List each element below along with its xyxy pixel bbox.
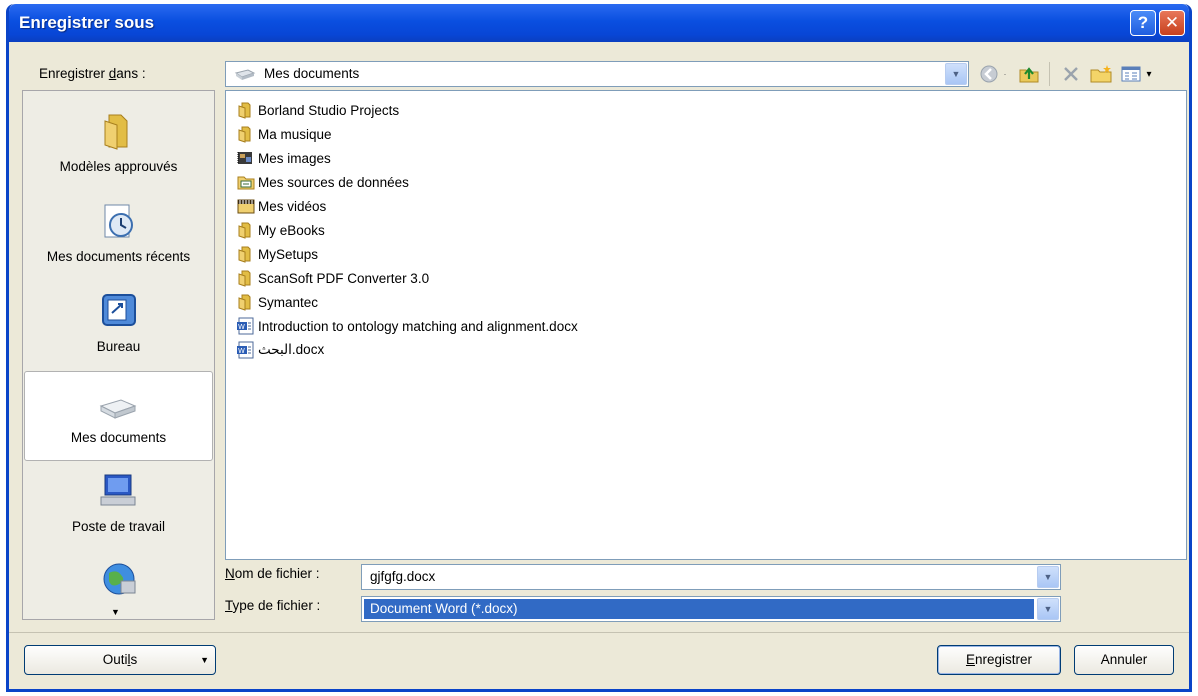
- folder-icon: [238, 222, 251, 239]
- place-label: Bureau: [96, 339, 141, 354]
- help-button[interactable]: ?: [1130, 10, 1156, 36]
- file-list[interactable]: Borland Studio Projects Ma musique Mes i…: [225, 90, 1187, 560]
- my-documents-small-icon: [234, 69, 256, 80]
- caret-down-icon: ▼: [200, 655, 209, 665]
- list-item[interactable]: My eBooks: [236, 219, 325, 241]
- chevron-down-icon[interactable]: ▼: [1037, 598, 1059, 620]
- list-item[interactable]: Borland Studio Projects: [236, 99, 399, 121]
- new-folder-icon[interactable]: [1089, 62, 1113, 86]
- list-item[interactable]: ScanSoft PDF Converter 3.0: [236, 267, 429, 289]
- place-modeles-approuves[interactable]: Modèles approuvés: [23, 101, 214, 191]
- delete-icon[interactable]: [1059, 62, 1083, 86]
- list-item[interactable]: Mes sources de données: [236, 171, 409, 193]
- scroll-down-icon[interactable]: ▼: [111, 607, 120, 617]
- desktop-icon: [101, 294, 136, 326]
- place-bureau[interactable]: Bureau: [23, 281, 214, 371]
- save-in-value: Mes documents: [264, 66, 360, 81]
- place-poste-de-travail[interactable]: Poste de travail: [23, 461, 214, 551]
- network-places-icon: [103, 563, 135, 595]
- dialog-title: Enregistrer sous: [19, 13, 155, 32]
- folder-icon: [238, 102, 251, 119]
- music-folder-icon: [238, 126, 251, 143]
- data-sources-folder-icon: [237, 176, 255, 190]
- places-bar: Modèles approuvés Mes documents récents …: [22, 90, 215, 620]
- list-item[interactable]: MySetups: [236, 243, 318, 265]
- list-item[interactable]: W البحث.docx: [236, 339, 324, 361]
- bottom-divider: [9, 632, 1189, 633]
- word-document-icon: W: [237, 341, 254, 359]
- close-button[interactable]: ✕: [1159, 10, 1185, 36]
- folder-icon: [238, 270, 251, 287]
- save-in-label: Enregistrer dans :: [39, 66, 146, 81]
- pictures-folder-icon: [237, 152, 252, 164]
- place-label: Mes documents: [70, 430, 167, 445]
- svg-text:W: W: [238, 347, 245, 355]
- back-icon[interactable]: [977, 62, 1001, 86]
- back-dropdown-icon[interactable]: ·: [999, 62, 1011, 86]
- place-network[interactable]: [23, 551, 214, 611]
- filename-input[interactable]: gjfgfg.docx ▼: [361, 564, 1061, 590]
- filename-value: gjfgfg.docx: [370, 569, 436, 584]
- place-mes-documents[interactable]: Mes documents: [24, 371, 213, 461]
- toolbar-divider: [1049, 62, 1050, 86]
- views-icon[interactable]: [1119, 62, 1143, 86]
- views-dropdown-icon[interactable]: ▾: [1143, 62, 1155, 86]
- place-label: Poste de travail: [71, 519, 166, 534]
- up-folder-icon[interactable]: [1017, 62, 1041, 86]
- my-computer-icon: [100, 474, 135, 506]
- place-mes-documents-recents[interactable]: Mes documents récents: [23, 191, 214, 281]
- save-button[interactable]: Enregistrer: [937, 645, 1061, 675]
- my-documents-icon: [99, 399, 136, 419]
- title-bar[interactable]: Enregistrer sous ? ✕: [9, 4, 1189, 42]
- save-as-dialog: Enregistrer sous ? ✕ Enregistrer dans : …: [6, 4, 1192, 692]
- tools-button[interactable]: Outils ▼: [24, 645, 216, 675]
- place-label: Mes documents récents: [46, 249, 191, 264]
- list-item[interactable]: Ma musique: [236, 123, 332, 145]
- filetype-dropdown[interactable]: Document Word (*.docx) ▼: [361, 596, 1061, 622]
- folder-icon: [238, 246, 251, 263]
- folder-icon: [238, 294, 251, 311]
- chevron-down-icon[interactable]: ▼: [945, 63, 967, 85]
- list-item[interactable]: W Introduction to ontology matching and …: [236, 315, 578, 337]
- folder-icon: [104, 114, 127, 150]
- list-item[interactable]: Mes vidéos: [236, 195, 326, 217]
- recent-documents-icon: [104, 204, 133, 238]
- save-in-dropdown[interactable]: Mes documents ▼: [225, 61, 969, 87]
- filetype-value: Document Word (*.docx): [370, 601, 518, 616]
- word-document-icon: W: [237, 317, 254, 335]
- filename-label: Nom de fichier :: [225, 566, 320, 581]
- chevron-down-icon[interactable]: ▼: [1037, 566, 1059, 588]
- place-label: Modèles approuvés: [59, 159, 178, 174]
- svg-text:W: W: [238, 323, 245, 331]
- filetype-label: Type de fichier :: [225, 598, 321, 613]
- videos-folder-icon: [237, 199, 255, 214]
- cancel-button[interactable]: Annuler: [1074, 645, 1174, 675]
- list-item[interactable]: Mes images: [236, 147, 331, 169]
- list-item[interactable]: Symantec: [236, 291, 318, 313]
